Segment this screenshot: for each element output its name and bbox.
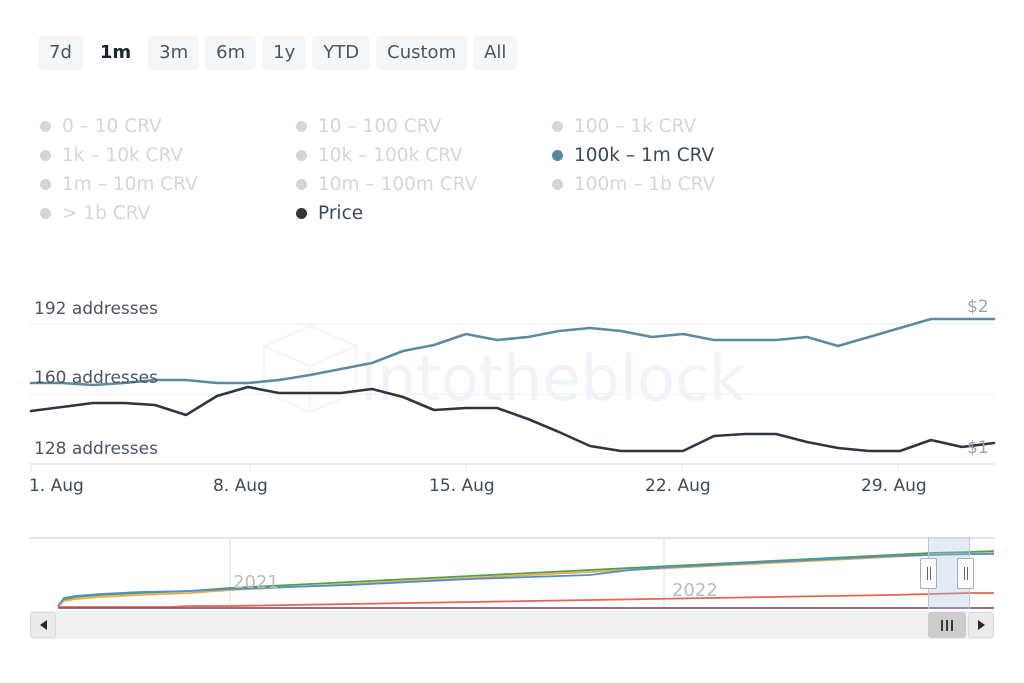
series-line-100k-1m-crv bbox=[29, 317, 996, 387]
legend-dot-icon bbox=[296, 179, 307, 190]
legend-item-1m-10m-crv[interactable]: 1m – 10m CRV bbox=[40, 174, 296, 195]
x-axis-label-1-aug: 1. Aug bbox=[29, 476, 84, 496]
grip-line-icon bbox=[963, 567, 965, 580]
grip-line-icon bbox=[926, 567, 928, 580]
grip-line-icon bbox=[929, 567, 931, 580]
range-button-3m[interactable]: 3m bbox=[148, 36, 200, 70]
grip-line-icon bbox=[966, 567, 968, 580]
navigator-year-label-2022: 2022 bbox=[672, 580, 718, 601]
navigator-series-red bbox=[58, 592, 994, 608]
y-axis-label-128: 128 addresses bbox=[34, 439, 158, 459]
legend-label: 1k – 10k CRV bbox=[62, 145, 184, 166]
legend-dot-icon bbox=[552, 150, 563, 161]
range-button-custom[interactable]: Custom bbox=[376, 36, 468, 70]
legend-dot-icon bbox=[296, 121, 307, 132]
time-range-selector: 7d 1m 3m 6m 1y YTD Custom All bbox=[38, 36, 518, 70]
x-axis-label-22-aug: 22. Aug bbox=[645, 476, 711, 496]
legend-item-gt-1b-crv[interactable]: > 1b CRV bbox=[40, 203, 296, 224]
watermark-logo-icon bbox=[262, 324, 358, 414]
legend-label: Price bbox=[318, 203, 364, 224]
legend-label: 10 – 100 CRV bbox=[318, 116, 442, 137]
legend-dot-icon bbox=[40, 179, 51, 190]
navigator-chart[interactable] bbox=[30, 537, 994, 609]
legend-item-10k-100k-crv[interactable]: 10k – 100k CRV bbox=[296, 145, 552, 166]
legend-item-10-100-crv[interactable]: 10 – 100 CRV bbox=[296, 116, 552, 137]
navigator-handle-left[interactable] bbox=[920, 558, 937, 589]
y2-axis-label-1: $1 bbox=[967, 438, 989, 458]
legend-item-100k-1m-crv[interactable]: 100k – 1m CRV bbox=[552, 145, 812, 166]
scrollbar-thumb[interactable] bbox=[928, 612, 966, 638]
legend-label: 100 – 1k CRV bbox=[574, 116, 697, 137]
navigator-scrollbar[interactable] bbox=[30, 611, 994, 639]
scroll-left-button[interactable] bbox=[30, 612, 56, 638]
legend-label: 1m – 10m CRV bbox=[62, 174, 198, 195]
watermark-text: intotheblock bbox=[360, 342, 745, 415]
grip-line-icon bbox=[946, 619, 948, 631]
range-button-ytd[interactable]: YTD bbox=[312, 36, 371, 70]
navigator-year-label-2021: 2021 bbox=[233, 572, 279, 593]
legend-dot-icon bbox=[552, 121, 563, 132]
range-button-1y[interactable]: 1y bbox=[262, 36, 307, 70]
series-line-price bbox=[29, 385, 996, 453]
arrow-right-icon bbox=[977, 620, 985, 630]
navigator-handle-right[interactable] bbox=[957, 558, 974, 589]
legend-item-price[interactable]: Price bbox=[296, 203, 552, 224]
legend-item-10m-100m-crv[interactable]: 10m – 100m CRV bbox=[296, 174, 552, 195]
grip-line-icon bbox=[941, 619, 943, 631]
legend-label: 100k – 1m CRV bbox=[574, 145, 715, 166]
x-axis-label-15-aug: 15. Aug bbox=[429, 476, 495, 496]
legend-item-1k-10k-crv[interactable]: 1k – 10k CRV bbox=[40, 145, 296, 166]
range-button-6m[interactable]: 6m bbox=[205, 36, 257, 70]
legend-dot-icon bbox=[296, 150, 307, 161]
y-axis-label-192: 192 addresses bbox=[34, 299, 158, 319]
range-button-7d[interactable]: 7d bbox=[38, 36, 83, 70]
legend-item-100m-1b-crv[interactable]: 100m – 1b CRV bbox=[552, 174, 812, 195]
legend-item-0-10-crv[interactable]: 0 – 10 CRV bbox=[40, 116, 296, 137]
legend-label: > 1b CRV bbox=[62, 203, 151, 224]
x-axis-label-29-aug: 29. Aug bbox=[861, 476, 927, 496]
legend-label: 10m – 100m CRV bbox=[318, 174, 478, 195]
legend-label: 0 – 10 CRV bbox=[62, 116, 162, 137]
legend-label: 100m – 1b CRV bbox=[574, 174, 716, 195]
chart-legend: 0 – 10 CRV 10 – 100 CRV 100 – 1k CRV 1k … bbox=[40, 112, 840, 228]
legend-dot-icon bbox=[552, 179, 563, 190]
legend-dot-icon bbox=[40, 150, 51, 161]
range-button-all[interactable]: All bbox=[473, 36, 518, 70]
scroll-right-button[interactable] bbox=[968, 612, 994, 638]
navigator-series-orange bbox=[57, 552, 994, 608]
grip-line-icon bbox=[951, 619, 953, 631]
legend-item-100-1k-crv[interactable]: 100 – 1k CRV bbox=[552, 116, 812, 137]
legend-dot-icon bbox=[40, 208, 51, 219]
arrow-left-icon bbox=[39, 620, 47, 630]
legend-label: 10k – 100k CRV bbox=[318, 145, 463, 166]
range-button-1m[interactable]: 1m bbox=[88, 36, 143, 70]
y-axis-label-160: 160 addresses bbox=[34, 368, 158, 388]
navigator-series-blue bbox=[57, 553, 994, 607]
y2-axis-label-2: $2 bbox=[967, 297, 989, 317]
legend-dot-icon bbox=[40, 121, 51, 132]
legend-dot-icon bbox=[296, 208, 307, 219]
x-axis-label-8-aug: 8. Aug bbox=[213, 476, 268, 496]
